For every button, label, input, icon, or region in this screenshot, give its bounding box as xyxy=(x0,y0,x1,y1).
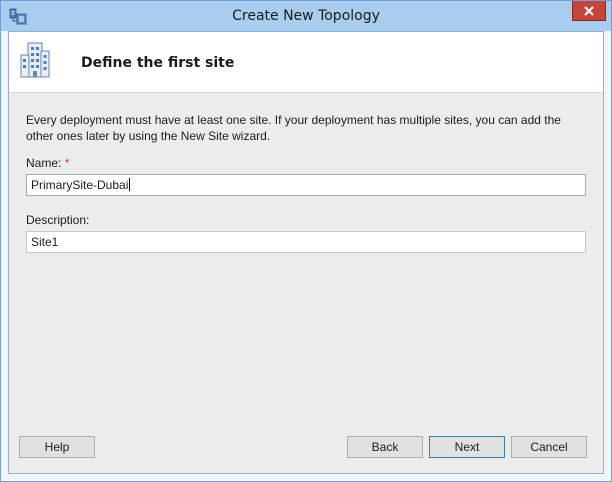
name-field[interactable]: PrimarySite-Dubai xyxy=(26,174,586,196)
wizard-header: Define the first site xyxy=(9,32,603,92)
wizard-panel: Define the first site Every deployment m… xyxy=(8,31,604,474)
building-icon xyxy=(20,42,50,78)
required-marker: * xyxy=(64,156,70,170)
text-caret xyxy=(129,178,131,191)
description-field[interactable]: Site1 xyxy=(26,231,586,253)
description-label: Description: xyxy=(26,213,90,227)
header-divider xyxy=(9,92,603,93)
page-title: Define the first site xyxy=(81,55,235,71)
back-button[interactable]: Back xyxy=(347,436,423,458)
help-button[interactable]: Help xyxy=(19,436,95,458)
window-title: Create New Topology xyxy=(232,8,380,24)
instructions-line-1: Every deployment must have at least one … xyxy=(26,113,561,127)
close-button[interactable] xyxy=(572,1,606,21)
instructions-line-2: other ones later by using the New Site w… xyxy=(26,129,271,143)
name-label-text: Name: xyxy=(26,156,62,170)
create-new-topology-window: Create New Topology Define the first sit… xyxy=(0,0,612,482)
name-label: Name: * xyxy=(26,156,69,170)
next-button[interactable]: Next xyxy=(429,436,505,458)
instructions-text: Every deployment must have at least one … xyxy=(26,112,586,144)
description-field-value: Site1 xyxy=(31,235,59,249)
close-icon xyxy=(584,5,594,16)
name-field-value: PrimarySite-Dubai xyxy=(31,178,129,192)
cancel-button[interactable]: Cancel xyxy=(511,436,587,458)
title-bar[interactable]: Create New Topology xyxy=(1,1,611,31)
